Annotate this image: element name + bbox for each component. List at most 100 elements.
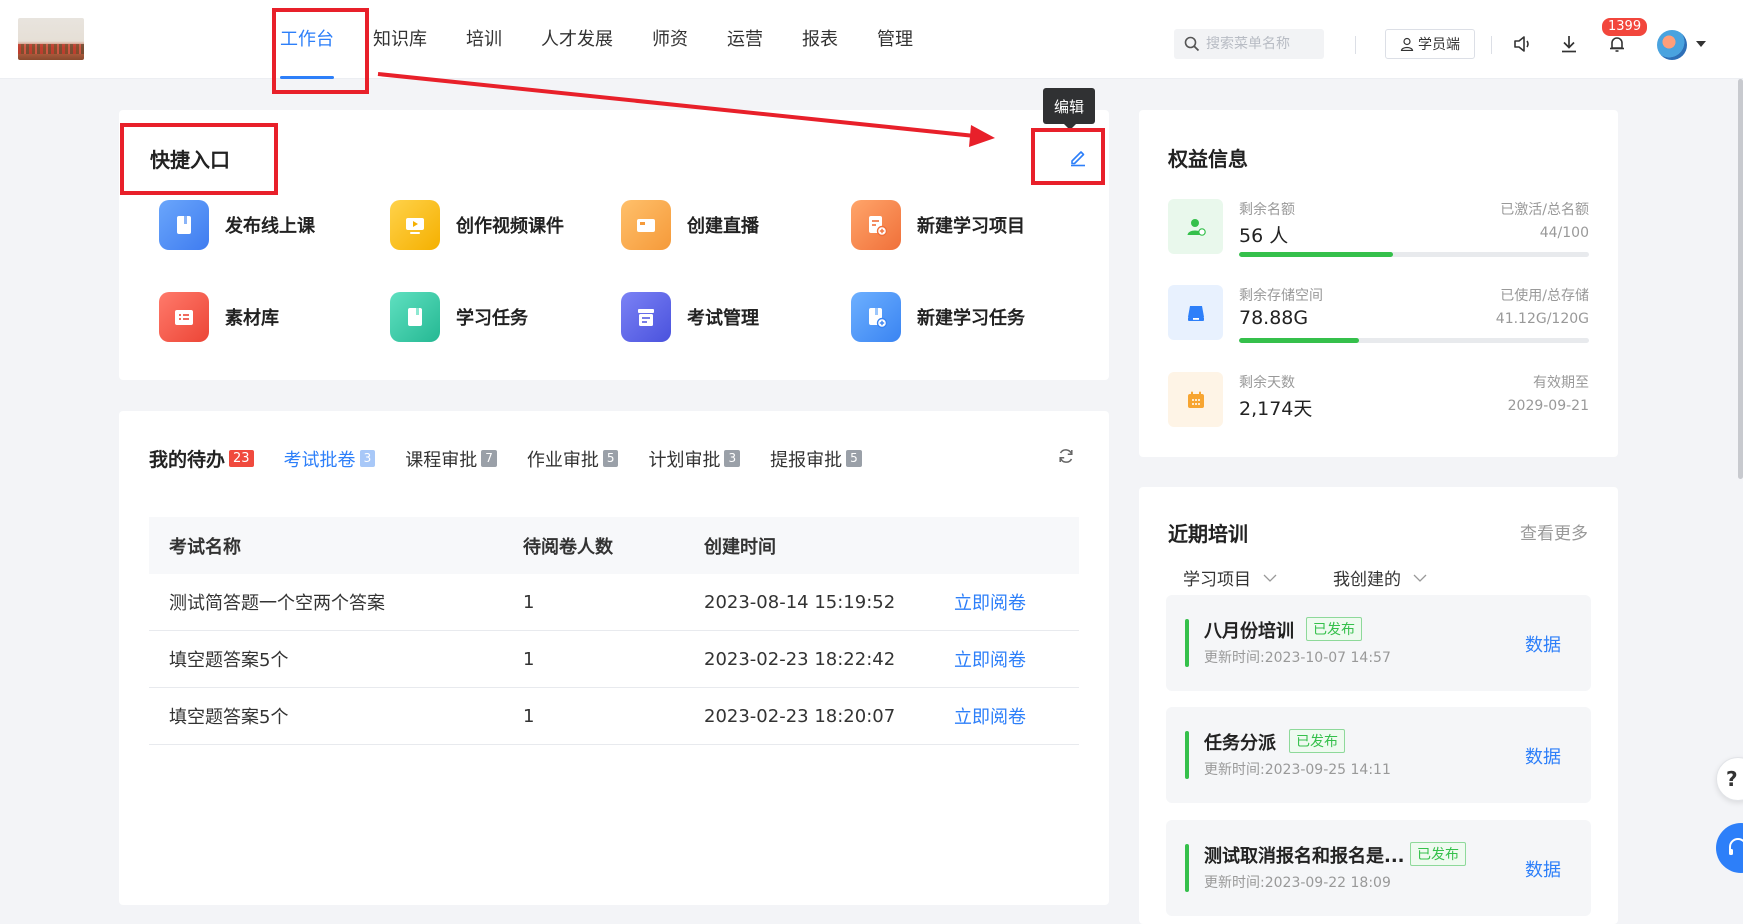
quick-create-live[interactable]: 创建直播	[621, 200, 759, 250]
exam-icon	[621, 292, 671, 342]
student-portal-button[interactable]: 学员端	[1385, 29, 1475, 59]
quick-item-label: 新建学习任务	[917, 308, 1025, 329]
nav-reports[interactable]: 报表	[802, 0, 838, 79]
notification-badge: 1399	[1601, 17, 1649, 37]
data-link[interactable]: 数据	[1525, 631, 1561, 657]
main-nav: 工作台 知识库 培训 人才发展 师资 运营 报表 管理	[280, 0, 952, 79]
quick-exam-management[interactable]: 考试管理	[621, 292, 759, 342]
exam-name: 填空题答案5个	[169, 650, 289, 671]
divider	[1355, 36, 1356, 54]
created-time: 2023-02-23 18:20:07	[704, 705, 896, 727]
edit-tooltip: 编辑	[1043, 88, 1095, 130]
rights-right-label: 已激活/总名额	[1500, 202, 1589, 218]
quick-item-label: 创建直播	[687, 216, 759, 237]
status-bar	[1185, 731, 1189, 779]
rights-right-value: 2029-09-21	[1507, 398, 1589, 414]
seats-progress-bar	[1239, 252, 1589, 257]
training-updated: 更新时间:2023-10-07 14:57	[1204, 650, 1391, 666]
exam-table: 考试名称 待阅卷人数 创建时间 测试简答题一个空两个答案 1 2023-08-1…	[149, 517, 1079, 745]
nav-admin[interactable]: 管理	[877, 0, 913, 79]
filter-project-type[interactable]: 学习项目	[1183, 565, 1277, 590]
student-portal-label: 学员端	[1418, 37, 1460, 53]
table-header: 考试名称 待阅卷人数 创建时间	[149, 517, 1079, 574]
quick-item-label: 发布线上课	[225, 216, 315, 237]
book-icon	[159, 200, 209, 250]
question-icon: ?	[1726, 767, 1738, 791]
progress-fill	[1239, 338, 1360, 343]
nav-teachers[interactable]: 师资	[652, 0, 688, 79]
rights-right-label: 已使用/总存储	[1500, 288, 1589, 304]
rights-label: 剩余天数	[1239, 375, 1295, 391]
tab-course-approval[interactable]: 课程审批 7	[405, 446, 497, 472]
column-header: 创建时间	[704, 536, 776, 558]
chevron-down-icon	[1263, 574, 1277, 582]
task-icon	[390, 292, 440, 342]
page-scrollbar[interactable]	[1738, 79, 1743, 479]
rights-value: 56 人	[1239, 225, 1289, 247]
todo-tabs: 我的待办 23 考试批卷 3 课程审批 7 作业审批 5 计划审批 3 提报审批 5	[149, 445, 892, 472]
training-item[interactable]: 任务分派 已发布 更新时间:2023-09-25 14:11 数据	[1166, 707, 1591, 803]
tab-submission-approval[interactable]: 提报审批 5	[770, 446, 862, 472]
refresh-icon[interactable]	[1057, 447, 1075, 469]
quick-item-label: 素材库	[225, 308, 279, 329]
column-header: 考试名称	[169, 536, 241, 558]
menu-search	[1174, 29, 1324, 59]
rights-item-seats: 剩余名额 56 人 已激活/总名额 44/100	[1168, 199, 1589, 257]
training-item[interactable]: 八月份培训 已发布 更新时间:2023-10-07 14:57 数据	[1166, 595, 1591, 691]
tab-exam-grading[interactable]: 考试批卷 3	[284, 446, 376, 472]
training-updated: 更新时间:2023-09-25 14:11	[1204, 762, 1391, 778]
speaker-icon[interactable]	[1510, 32, 1534, 56]
rights-title: 权益信息	[1168, 147, 1248, 171]
todo-title: 我的待办	[149, 449, 226, 471]
quick-new-project[interactable]: 新建学习项目	[851, 200, 1025, 250]
status-badge: 已发布	[1306, 617, 1362, 641]
quick-material-library[interactable]: 素材库	[159, 292, 279, 342]
nav-workbench[interactable]: 工作台	[280, 0, 334, 79]
search-icon	[1184, 36, 1200, 52]
user-outline-icon	[1400, 37, 1414, 51]
chevron-down-icon[interactable]	[1696, 41, 1706, 47]
training-title: 近期培训	[1168, 522, 1248, 546]
nav-talent[interactable]: 人才发展	[541, 0, 613, 79]
tab-plan-approval[interactable]: 计划审批 3	[648, 446, 741, 472]
data-link[interactable]: 数据	[1525, 856, 1561, 882]
nav-operations[interactable]: 运营	[727, 0, 763, 79]
todo-total-badge: 23	[229, 450, 254, 467]
training-item[interactable]: 测试取消报名和报名是... 已发布 更新时间:2023-09-22 18:09 …	[1166, 820, 1591, 916]
download-icon[interactable]	[1557, 32, 1581, 56]
tab-homework-approval[interactable]: 作业审批 5	[527, 446, 619, 472]
quick-entry-title: 快捷入口	[150, 148, 230, 172]
filter-creator[interactable]: 我创建的	[1333, 565, 1427, 590]
grade-now-link[interactable]: 立即阅卷	[954, 589, 1079, 615]
status-bar	[1185, 844, 1189, 892]
customer-service-button[interactable]	[1716, 823, 1743, 873]
project-icon	[851, 200, 901, 250]
quick-publish-course[interactable]: 发布线上课	[159, 200, 315, 250]
library-icon	[159, 292, 209, 342]
progress-fill	[1239, 252, 1393, 257]
storage-icon	[1168, 285, 1223, 340]
quick-create-video[interactable]: 创作视频课件	[390, 200, 564, 250]
quick-learning-task[interactable]: 学习任务	[390, 292, 528, 342]
created-time: 2023-02-23 18:22:42	[704, 648, 896, 670]
view-more-link[interactable]: 查看更多	[1520, 519, 1588, 544]
grade-now-link[interactable]: 立即阅卷	[954, 703, 1079, 729]
nav-knowledge[interactable]: 知识库	[373, 0, 427, 79]
pending-count: 1	[523, 648, 535, 670]
edit-icon	[1071, 151, 1085, 167]
training-updated: 更新时间:2023-09-22 18:09	[1204, 875, 1391, 891]
quick-item-label: 创作视频课件	[456, 216, 564, 237]
edit-button[interactable]	[1058, 140, 1098, 174]
training-name: 八月份培训	[1204, 621, 1294, 642]
avatar[interactable]	[1657, 30, 1687, 60]
chevron-down-icon	[1413, 574, 1427, 582]
help-button[interactable]: ?	[1716, 757, 1743, 801]
nav-training[interactable]: 培训	[466, 0, 502, 79]
data-link[interactable]: 数据	[1525, 743, 1561, 769]
quick-new-learning-task[interactable]: 新建学习任务	[851, 292, 1025, 342]
search-input[interactable]	[1206, 36, 1321, 52]
pending-count: 1	[523, 591, 535, 613]
company-logo[interactable]	[18, 18, 84, 60]
grade-now-link[interactable]: 立即阅卷	[954, 646, 1079, 672]
filter-label: 我创建的	[1333, 570, 1401, 590]
